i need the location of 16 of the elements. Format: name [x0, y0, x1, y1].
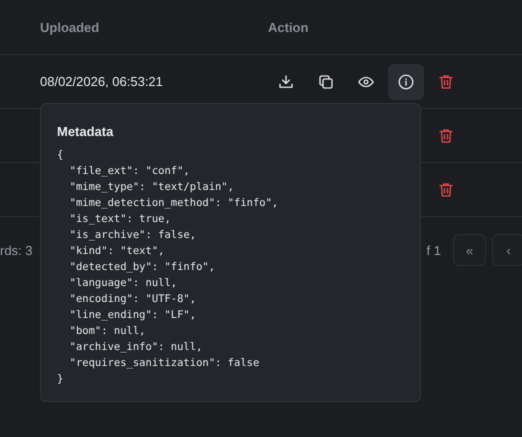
page-count: f 1	[426, 242, 441, 258]
table-cell: 08/02/2026, 06:53:21	[40, 74, 163, 88]
trash-icon	[437, 126, 455, 144]
download-icon	[277, 72, 295, 90]
previous-page-button[interactable]: ‹	[492, 234, 522, 266]
metadata-json: { "file_ext": "conf", "mime_type": "text/plain", "mime_detection_method": "finfo", "is_text": true, "is_archive": false, "kind": "text", "detected_by": "finfo", "language": null, "encoding": "UTF-8", "line_ending": "LF", "bom": null, "archive_info": null, "requires_sanitization": false }	[57, 148, 280, 387]
record-count: rds: 3	[0, 242, 33, 258]
trash-icon	[437, 180, 455, 198]
copy-icon	[317, 72, 335, 90]
info-icon	[397, 72, 415, 90]
popover-title: Metadata	[57, 124, 114, 139]
trash-icon	[437, 72, 455, 90]
column-header: Uploaded	[40, 20, 100, 34]
column-header: Action	[268, 20, 310, 34]
info-button[interactable]	[388, 64, 424, 100]
first-page-button[interactable]: «	[453, 234, 486, 266]
